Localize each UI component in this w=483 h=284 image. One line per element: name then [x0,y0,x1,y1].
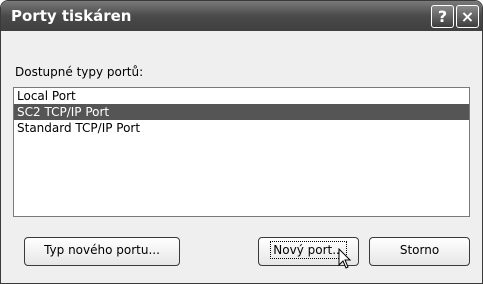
port-types-listbox[interactable]: Local Port SC2 TCP/IP Port Standard TCP/… [13,87,470,217]
help-button[interactable]: ? [431,5,454,28]
cancel-button[interactable]: Storno [369,237,470,266]
dialog-title: Porty tiskáren [11,7,132,25]
available-port-types-label: Dostupné typy portů: [15,65,144,79]
list-item-sc2-tcpip-port[interactable]: SC2 TCP/IP Port [14,104,469,120]
mouse-pointer-icon [338,248,352,269]
close-icon: × [460,7,475,26]
printer-ports-dialog: Porty tiskáren ? × Dostupné typy portů: … [0,0,483,284]
new-port-type-button[interactable]: Typ nového portu... [24,237,180,266]
list-item-local-port[interactable]: Local Port [14,88,469,104]
help-icon: ? [437,7,448,26]
new-port-button-label: Nový port... [270,241,347,259]
list-item-standard-tcpip-port[interactable]: Standard TCP/IP Port [14,120,469,136]
title-bar: Porty tiskáren ? × [1,1,482,31]
close-button[interactable]: × [456,5,479,28]
